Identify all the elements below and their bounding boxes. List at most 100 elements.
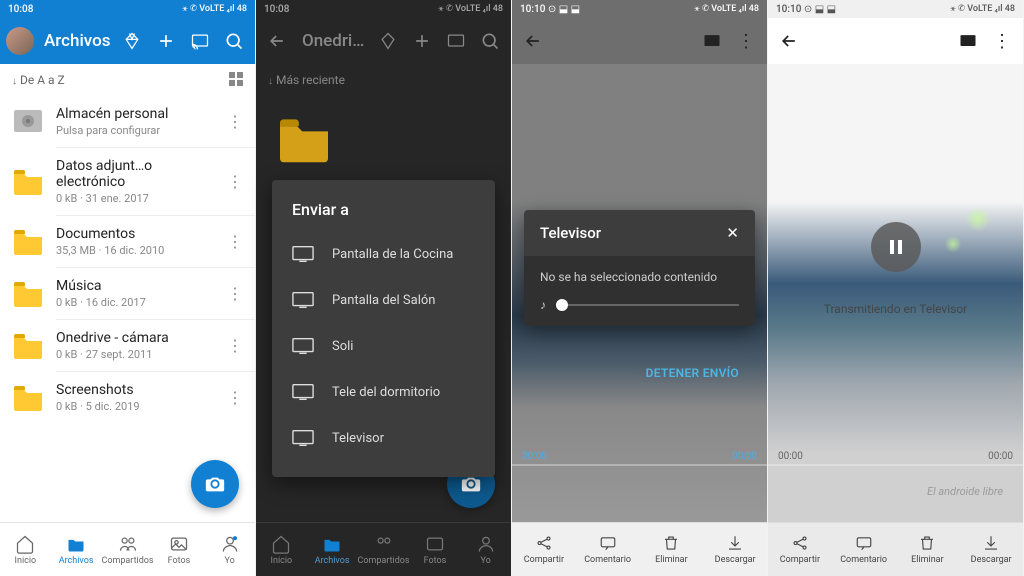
status-icons: ⚹ ✆ VoLTE ₄ıl 48 xyxy=(694,4,759,14)
premium-icon[interactable] xyxy=(373,26,403,56)
list-item[interactable]: Música0 kB · 16 dic. 2017 ⋮ xyxy=(0,268,255,319)
action-descargar[interactable]: Descargar xyxy=(703,523,767,576)
sort-bar[interactable]: ↓ Más reciente xyxy=(256,64,511,96)
cast-message: No se ha seleccionado contenido xyxy=(540,270,739,284)
status-time: 10:08 xyxy=(8,4,33,15)
file-name: Screenshots xyxy=(56,382,215,398)
stop-cast-button[interactable]: DETENER ENVÍO xyxy=(524,350,755,384)
cast-device[interactable]: Tele del dormitorio xyxy=(272,369,495,415)
volume-row: ♪ xyxy=(540,298,739,312)
cast-device[interactable]: Soli xyxy=(272,323,495,369)
app-header: Onedri… xyxy=(256,18,511,64)
back-icon[interactable] xyxy=(518,26,548,56)
status-bar: 10:10 ⊙ ⬓ ⬓ ⚹ ✆ VoLTE ₄ıl 48 xyxy=(768,0,1023,18)
camera-fab[interactable] xyxy=(191,460,239,508)
premium-icon[interactable] xyxy=(117,26,147,56)
firework-decoration xyxy=(943,234,963,254)
cast-active-icon[interactable] xyxy=(697,26,727,56)
add-icon[interactable] xyxy=(151,26,181,56)
cast-control-card: Televisor ✕ No se ha seleccionado conten… xyxy=(524,210,755,326)
search-icon[interactable] xyxy=(475,26,505,56)
nav-compartidos[interactable]: Compartidos xyxy=(101,523,153,576)
panel-archivos: 10:08 ⚹ ✆ VoLTE ₄ıl 48 Archivos ↓ De A a… xyxy=(0,0,256,576)
bottom-nav: Inicio Archivos Compartidos Fotos Yo xyxy=(256,522,511,576)
cast-icon[interactable] xyxy=(441,26,471,56)
nav-compartidos[interactable]: Compartidos xyxy=(357,523,409,576)
file-name: Documentos xyxy=(56,226,215,242)
more-icon[interactable]: ⋮ xyxy=(987,26,1017,56)
nav-archivos[interactable]: Archivos xyxy=(51,523,102,576)
grid-toggle-icon[interactable] xyxy=(229,72,243,89)
stop-card: DETENER ENVÍO xyxy=(524,350,755,384)
more-icon[interactable]: ⋮ xyxy=(227,112,243,131)
cast-dialog: Enviar a Pantalla de la Cocina Pantalla … xyxy=(272,180,495,477)
sort-label: Más reciente xyxy=(276,73,345,87)
add-icon[interactable] xyxy=(407,26,437,56)
more-icon[interactable]: ⋮ xyxy=(731,26,761,56)
more-icon[interactable]: ⋮ xyxy=(227,284,243,303)
list-item[interactable]: Onedrive - cámara0 kB · 27 sept. 2011 ⋮ xyxy=(0,320,255,371)
nav-inicio[interactable]: Inicio xyxy=(256,523,307,576)
file-name: Música xyxy=(56,278,215,294)
list-item[interactable]: Screenshots0 kB · 5 dic. 2019 ⋮ xyxy=(0,372,255,423)
file-name: Datos adjunt…o electrónico xyxy=(56,158,215,190)
file-list: Almacén personalPulsa para configurar ⋮ … xyxy=(0,96,255,522)
status-time: 10:10 xyxy=(776,4,801,15)
nav-archivos[interactable]: Archivos xyxy=(307,523,358,576)
cast-icon[interactable] xyxy=(185,26,215,56)
search-icon[interactable] xyxy=(219,26,249,56)
action-eliminar[interactable]: Eliminar xyxy=(896,523,960,576)
list-item[interactable]: Almacén personal Pulsa para configurar ⋮ xyxy=(0,96,255,147)
volume-slider[interactable] xyxy=(556,304,739,306)
more-icon[interactable]: ⋮ xyxy=(227,172,243,191)
file-meta: 35,3 MB · 16 dic. 2010 xyxy=(56,244,215,257)
close-icon[interactable]: ✕ xyxy=(726,224,739,242)
more-icon[interactable]: ⋮ xyxy=(227,388,243,407)
media-preview: Transmitiendo en Televisor 00:0000:00 El… xyxy=(768,64,1023,522)
action-comentario[interactable]: Comentario xyxy=(832,523,896,576)
action-comentario[interactable]: Comentario xyxy=(576,523,640,576)
casting-label: Transmitiendo en Televisor xyxy=(768,302,1023,316)
cast-active-icon[interactable] xyxy=(953,26,983,56)
action-eliminar[interactable]: Eliminar xyxy=(640,523,704,576)
status-bar: 10:10 ⊙ ⬓ ⬓ ⚹ ✆ VoLTE ₄ıl 48 xyxy=(512,0,767,18)
back-icon[interactable] xyxy=(262,26,292,56)
nav-yo[interactable]: Yo xyxy=(204,523,255,576)
status-bar: 10:08 ⚹ ✆ VoLTE ₄ıl 48 xyxy=(0,0,255,18)
sort-label: De A a Z xyxy=(20,73,65,87)
nav-fotos[interactable]: Fotos xyxy=(154,523,205,576)
progress-bar[interactable] xyxy=(768,464,1023,466)
file-name: Almacén personal xyxy=(56,106,215,122)
list-item[interactable]: Documentos 35,3 MB · 16 dic. 2010 ⋮ xyxy=(0,216,255,267)
nav-fotos[interactable]: Fotos xyxy=(410,523,461,576)
file-meta: 0 kB · 27 sept. 2011 xyxy=(56,348,215,361)
sort-bar[interactable]: ↓ De A a Z xyxy=(0,64,255,96)
cast-device[interactable]: Pantalla de la Cocina xyxy=(272,231,495,277)
more-icon[interactable]: ⋮ xyxy=(227,336,243,355)
status-bar: 10:08 ⚹ ✆ VoLTE ₄ıl 48 xyxy=(256,0,511,18)
cast-device[interactable]: Pantalla del Salón xyxy=(272,277,495,323)
action-descargar[interactable]: Descargar xyxy=(959,523,1023,576)
action-compartir[interactable]: Compartir xyxy=(512,523,576,576)
avatar[interactable] xyxy=(6,27,34,55)
pause-button[interactable] xyxy=(871,222,921,272)
status-icons: ⚹ ✆ VoLTE ₄ıl 48 xyxy=(182,4,247,14)
more-icon[interactable]: ⋮ xyxy=(227,232,243,251)
app-header: ⋮ xyxy=(768,18,1023,64)
cast-title: Enviar a xyxy=(272,196,495,231)
status-time: 10:10 xyxy=(520,4,545,15)
list-item[interactable]: Datos adjunt…o electrónico0 kB · 31 ene.… xyxy=(0,148,255,215)
nav-inicio[interactable]: Inicio xyxy=(0,523,51,576)
cast-device[interactable]: Televisor xyxy=(272,415,495,461)
page-title: Archivos xyxy=(44,31,113,51)
panel-cast-picker: 10:08 ⚹ ✆ VoLTE ₄ıl 48 Onedri… ↓ Más rec… xyxy=(256,0,512,576)
back-icon[interactable] xyxy=(774,26,804,56)
panel-casting: 10:10 ⊙ ⬓ ⬓ ⚹ ✆ VoLTE ₄ıl 48 ⋮ Transmiti… xyxy=(768,0,1024,576)
progress-bar[interactable] xyxy=(512,464,767,466)
file-meta: Pulsa para configurar xyxy=(56,124,215,137)
panel-cast-control: 10:10 ⊙ ⬓ ⬓ ⚹ ✆ VoLTE ₄ıl 48 ⋮ 00:0000:0… xyxy=(512,0,768,576)
action-compartir[interactable]: Compartir xyxy=(768,523,832,576)
page-title: Onedri… xyxy=(302,31,369,51)
nav-yo[interactable]: Yo xyxy=(460,523,511,576)
time-overlay: 00:0000:00 xyxy=(768,451,1023,462)
